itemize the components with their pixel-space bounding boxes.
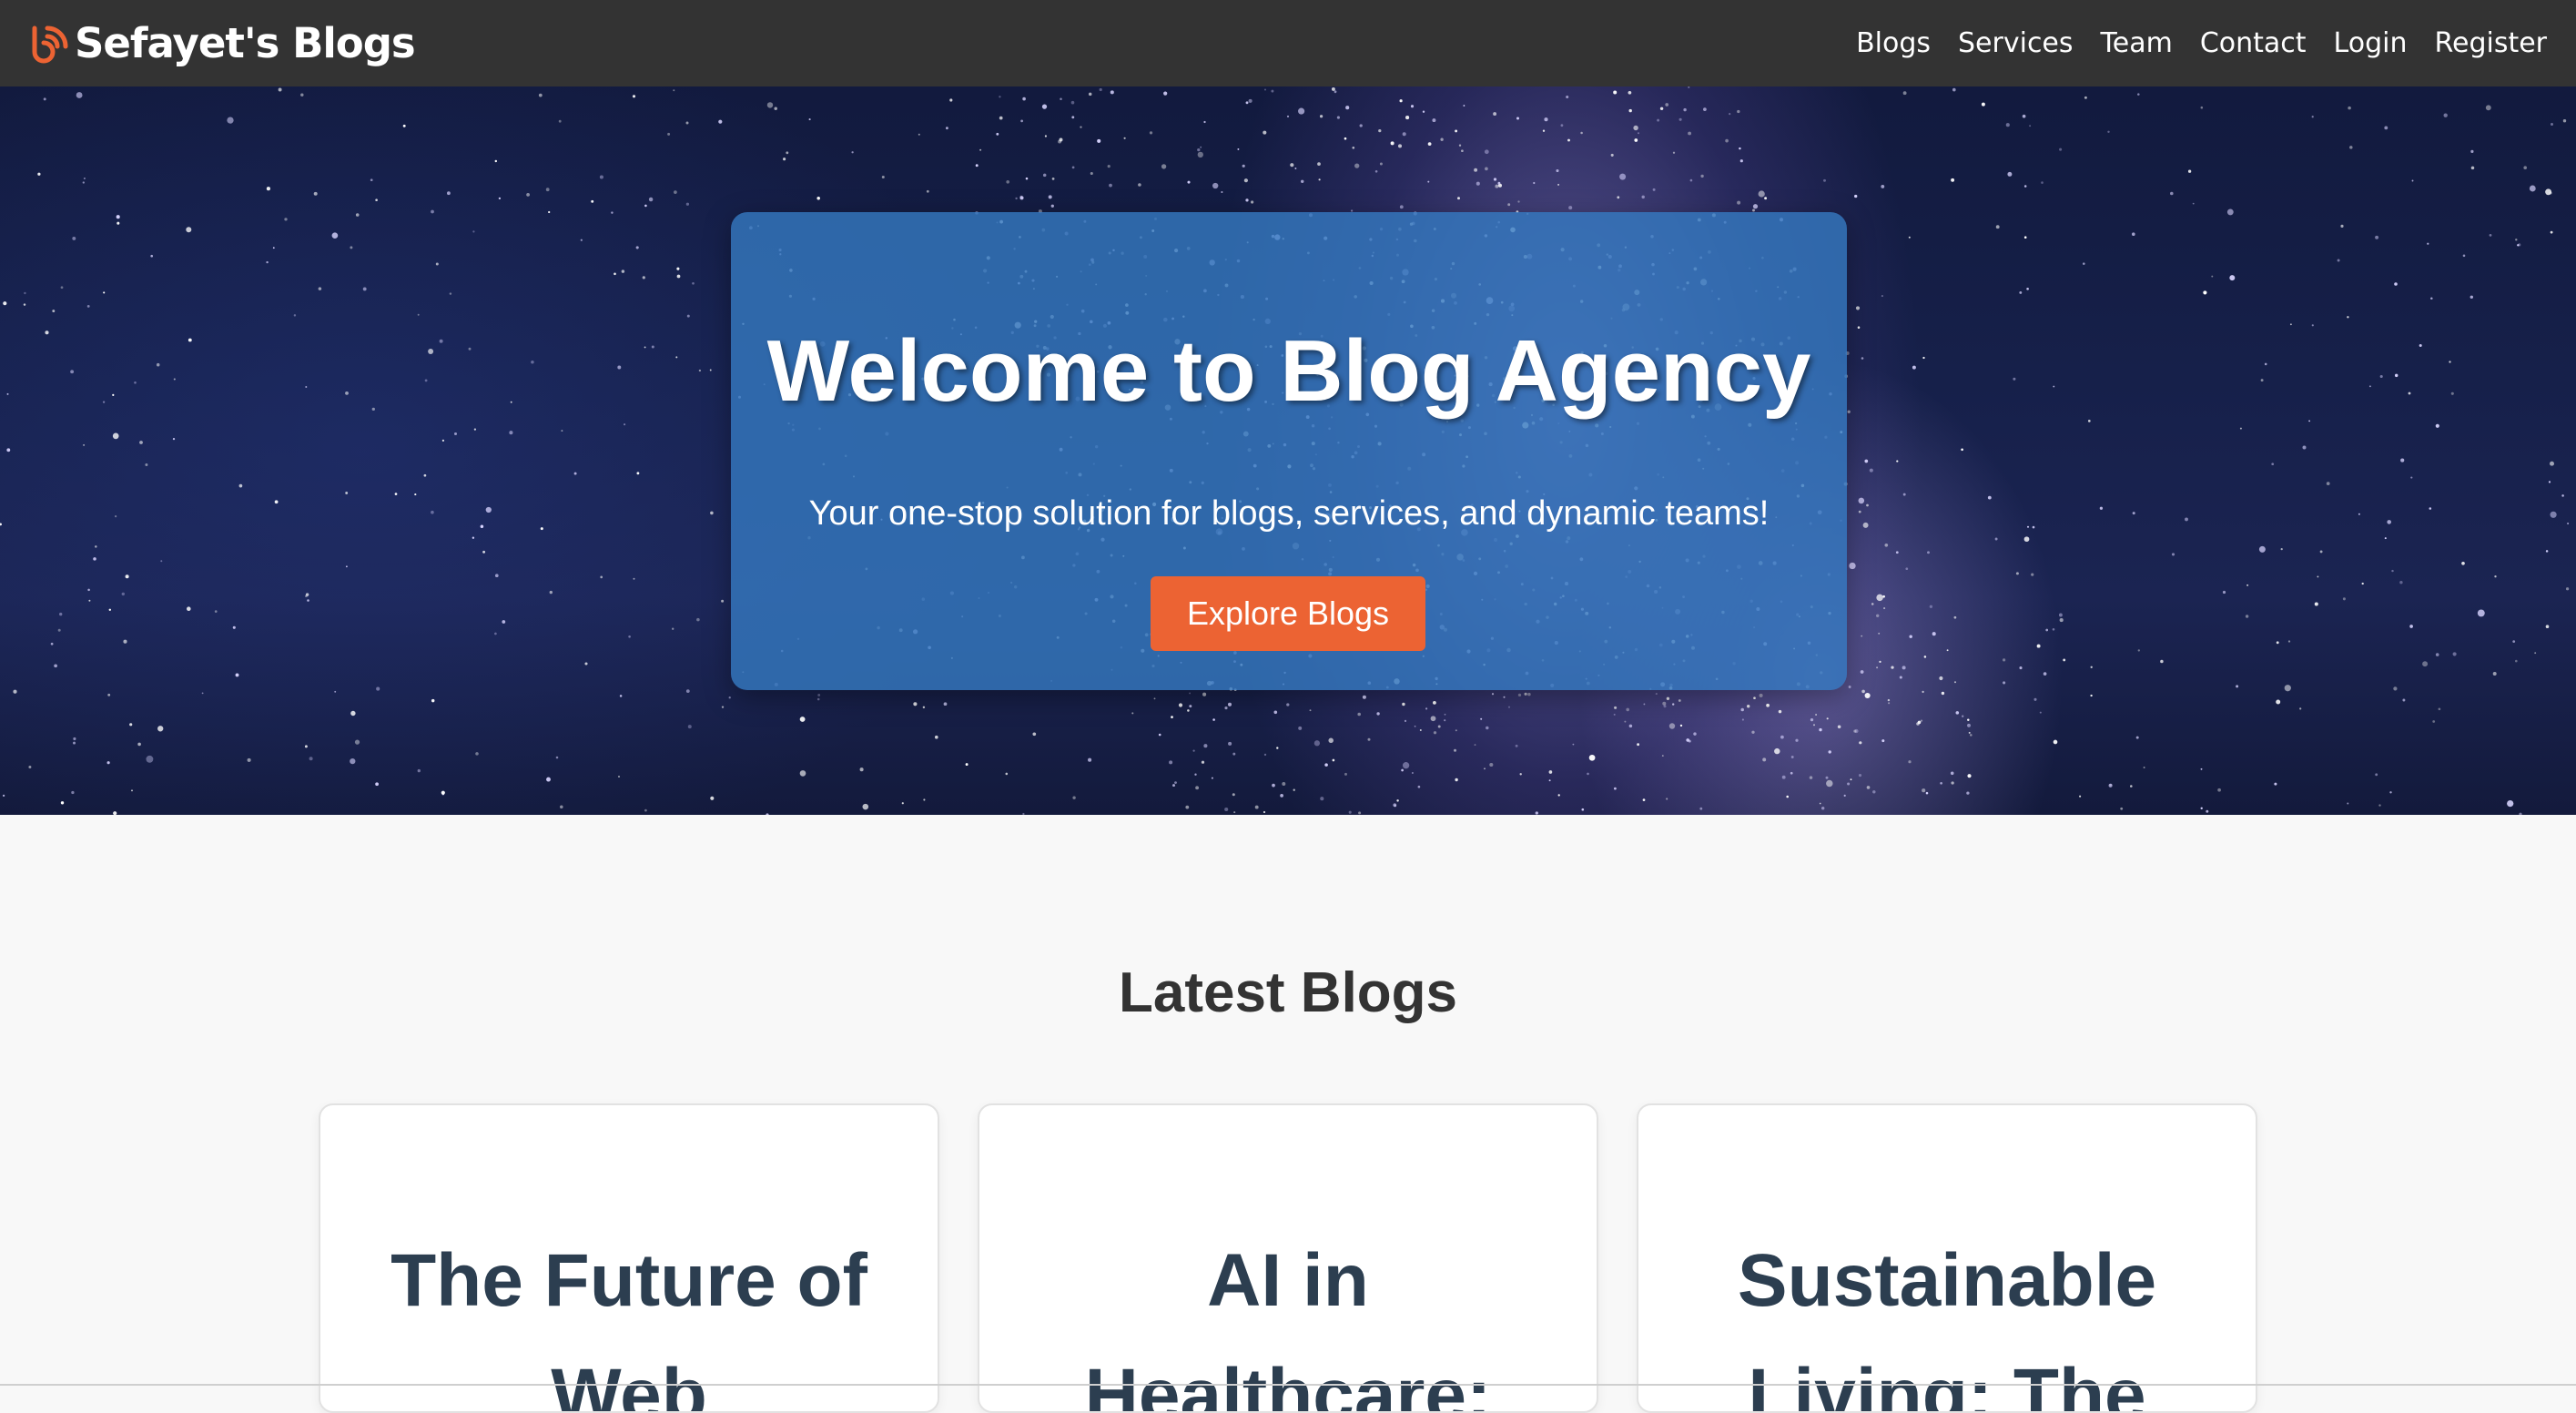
latest-blogs-heading: Latest Blogs — [1118, 961, 1458, 1024]
hero-card: Welcome to Blog Agency Your one-stop sol… — [731, 212, 1847, 690]
hero-title: Welcome to Blog Agency — [766, 322, 1811, 420]
nav-link-login[interactable]: Login — [2334, 27, 2408, 59]
nav-links: Blogs Services Team Contact Login Regist… — [1856, 27, 2547, 59]
hero-section: Welcome to Blog Agency Your one-stop sol… — [0, 86, 2576, 815]
blog-logo-icon — [32, 25, 68, 63]
brand-link[interactable]: Sefayet's Blogs — [27, 19, 416, 67]
nav-link-services[interactable]: Services — [1958, 27, 2074, 59]
nav-link-blogs[interactable]: Blogs — [1856, 27, 1931, 59]
blog-card[interactable]: The Future of Web — [319, 1103, 939, 1413]
brand-name: Sefayet's Blogs — [75, 19, 416, 67]
blog-card[interactable]: Sustainable Living: The — [1637, 1103, 2257, 1413]
blog-card[interactable]: AI in Healthcare: — [978, 1103, 1598, 1413]
hero-subtitle: Your one-stop solution for blogs, servic… — [808, 494, 1770, 533]
nav-link-contact[interactable]: Contact — [2200, 27, 2307, 59]
top-navbar: Sefayet's Blogs Blogs Services Team Cont… — [0, 0, 2576, 86]
nav-link-team[interactable]: Team — [2101, 27, 2173, 59]
nav-link-register[interactable]: Register — [2434, 27, 2547, 59]
explore-blogs-button[interactable]: Explore Blogs — [1151, 576, 1425, 651]
